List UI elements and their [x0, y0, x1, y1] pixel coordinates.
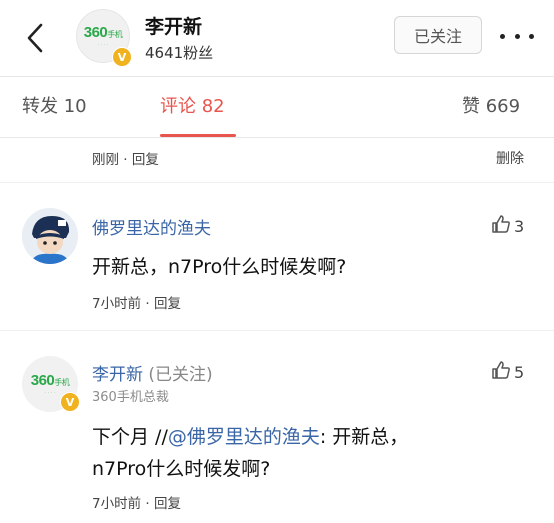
comment-divider [0, 182, 554, 183]
like-count: 3 [514, 216, 525, 236]
comment-text: 下个月 //@佛罗里达的渔夫: 开新总， [92, 426, 409, 448]
mention-link[interactable]: @佛罗里达的渔夫 [168, 426, 320, 448]
brand-logo: 360手机 [30, 371, 70, 389]
follower-count: 4641粉丝 [145, 44, 214, 62]
thumbs-up-icon [491, 360, 511, 384]
tab-comments[interactable]: 评论 82 [160, 92, 225, 118]
comment-divider [0, 330, 554, 331]
delete-button[interactable]: 删除 [496, 148, 524, 168]
thumbs-up-icon [491, 214, 511, 238]
more-dots-icon[interactable] [500, 24, 534, 48]
verified-badge-icon: V [112, 47, 132, 67]
tab-reposts[interactable]: 转发 10 [22, 92, 87, 118]
commenter-name[interactable]: 李开新 (已关注) [92, 360, 213, 385]
tab-likes[interactable]: 赞 669 [462, 92, 520, 118]
like-button[interactable]: 3 [491, 214, 524, 238]
commenter-avatar[interactable] [22, 208, 78, 264]
top-bar: 360手机 · · · · V 李开新 4641粉丝 已关注 [0, 0, 554, 76]
like-button[interactable]: 5 [491, 360, 524, 384]
follow-button[interactable]: 已关注 [394, 16, 482, 54]
comment-text-line2: n7Pro什么时候发啊? [92, 458, 271, 480]
like-count: 5 [514, 362, 525, 382]
header-divider [0, 76, 554, 77]
tabs-divider [0, 137, 554, 138]
chevron-left-icon[interactable] [22, 22, 50, 54]
commenter-title: 360手机总裁 [92, 390, 169, 405]
commenter-name[interactable]: 佛罗里达的渔夫 [92, 214, 211, 239]
verified-badge-icon: V [60, 392, 80, 412]
comment-meta[interactable]: 7小时前 · 回复 [92, 292, 181, 312]
brand-logo: 360手机 [83, 23, 123, 41]
profile-name[interactable]: 李开新 [145, 12, 202, 39]
comment-meta[interactable]: 7小时前 · 回复 [92, 492, 181, 512]
follow-status: (已关注) [148, 365, 213, 385]
comment-text: 开新总，n7Pro什么时候发啊? [92, 256, 347, 278]
comment-meta[interactable]: 刚刚 · 回复 [92, 148, 159, 168]
